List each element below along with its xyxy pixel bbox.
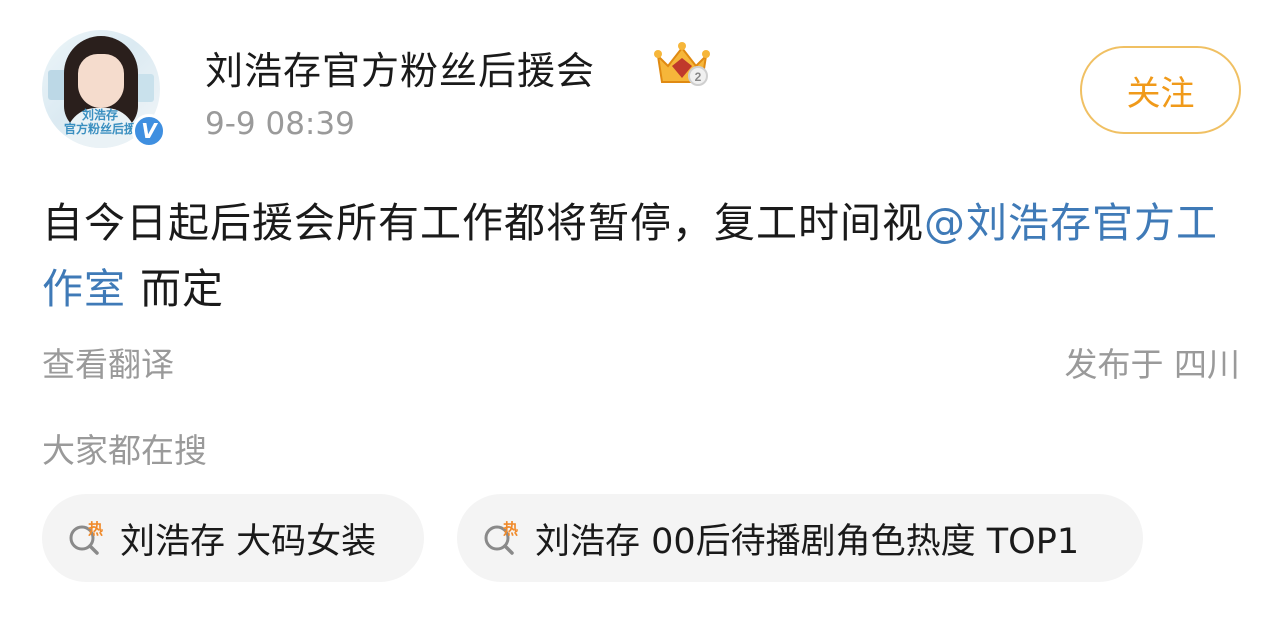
hot-badge: 热 bbox=[503, 520, 518, 538]
svg-text:2: 2 bbox=[695, 70, 702, 84]
hot-search-label: 刘浩存 大码女装 bbox=[120, 521, 377, 562]
avatar-caption: 刘浩存 官方粉丝后援 bbox=[63, 108, 136, 136]
post-location: 发布于 四川 bbox=[1064, 345, 1241, 384]
post-content: 自今日起后援会所有工作都将暂停，复工时间视@刘浩存官方工作室 而定 bbox=[42, 190, 1252, 322]
hot-search-icon: 热 bbox=[66, 518, 106, 558]
follow-button[interactable]: 关注 bbox=[1080, 46, 1241, 134]
content-text-end: 而定 bbox=[126, 265, 225, 313]
crown-icon[interactable]: 2 bbox=[652, 40, 712, 90]
post-time: 9-9 08:39 bbox=[205, 106, 355, 142]
content-text: 自今日起后援会所有工作都将暂停，复工时间视 bbox=[42, 199, 924, 247]
hot-search-title: 大家都在搜 bbox=[42, 431, 207, 470]
hot-search-label: 刘浩存 00后待播剧角色热度 TOP1 bbox=[535, 521, 1080, 562]
translate-link[interactable]: 查看翻译 bbox=[42, 338, 174, 386]
author-name[interactable]: 刘浩存官方粉丝后援会 bbox=[205, 40, 595, 95]
hot-search-chip[interactable]: 热 刘浩存 00后待播剧角色热度 TOP1 bbox=[457, 494, 1143, 582]
hot-badge: 热 bbox=[88, 520, 103, 538]
hot-search-icon: 热 bbox=[481, 518, 521, 558]
avatar-face bbox=[78, 54, 124, 108]
hot-search-chip[interactable]: 热 刘浩存 大码女装 bbox=[42, 494, 424, 582]
avatar-bg-panel bbox=[136, 74, 154, 102]
author-avatar[interactable]: 刘浩存 官方粉丝后援 V bbox=[42, 30, 170, 152]
verified-badge-icon: V bbox=[132, 114, 166, 148]
